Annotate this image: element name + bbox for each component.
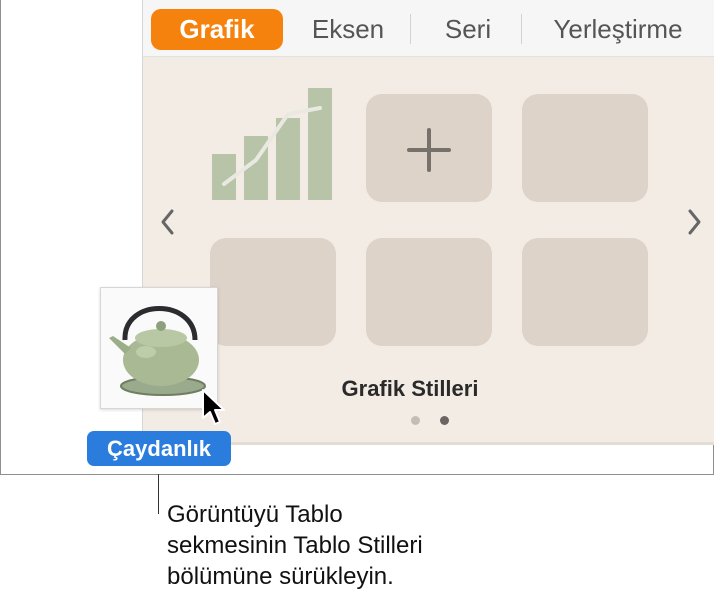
callout-line-1: Görüntüyü Tablo: [167, 501, 343, 528]
chart-style-tile-6[interactable]: [522, 238, 648, 346]
chart-style-tile-4[interactable]: [210, 238, 336, 346]
callout-line-2: sekmesinin Tablo Stilleri: [167, 532, 423, 559]
drag-label-badge: Çaydanlık: [87, 431, 231, 466]
previous-page-button[interactable]: [157, 207, 179, 237]
page-dot-1[interactable]: [411, 416, 420, 425]
callout-line-3: bölümüne sürükleyin.: [167, 563, 394, 590]
panel-caption: Grafik Stilleri: [341, 376, 479, 401]
tab-yerlestirme[interactable]: Yerleştirme: [538, 9, 698, 50]
page-dot-2[interactable]: [440, 416, 449, 425]
mouse-pointer-icon: [200, 388, 226, 428]
chart-style-tile-3[interactable]: [522, 94, 648, 202]
callout-text: Görüntüyü Tablo sekmesinin Tablo Stiller…: [167, 499, 527, 592]
tab-grafik[interactable]: Grafik: [151, 9, 283, 50]
callout-line: [158, 474, 159, 514]
next-page-button[interactable]: [683, 207, 705, 237]
chart-style-tile-5[interactable]: [366, 238, 492, 346]
tab-seri[interactable]: Seri: [418, 9, 518, 50]
tab-separator: [410, 14, 411, 44]
chevron-left-icon: [161, 209, 174, 235]
chart-style-tile-1[interactable]: [210, 88, 336, 200]
chevron-right-icon: [688, 209, 701, 235]
format-tab-bar: Grafik Eksen Seri Yerleştirme: [143, 0, 714, 57]
bar-chart-icon: [212, 88, 332, 200]
tab-eksen[interactable]: Eksen: [293, 9, 403, 50]
add-style-tile[interactable]: [366, 94, 492, 202]
plus-icon: [407, 128, 451, 172]
tab-separator: [521, 14, 522, 44]
